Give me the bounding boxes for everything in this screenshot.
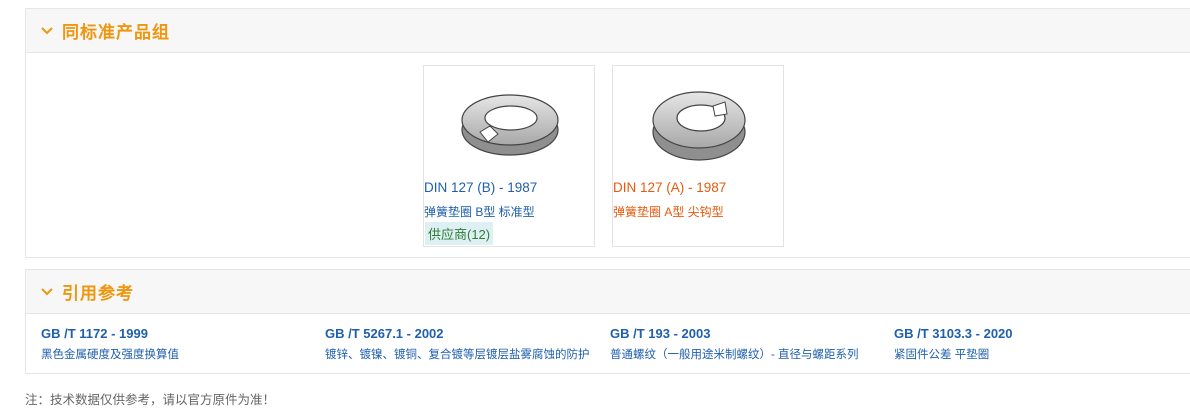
disclaimer-note: 注：技术数据仅供参考，请以官方原件为准！ bbox=[25, 393, 276, 407]
references-panel: 引用参考 GB /T 1172 - 1999 黑色金属硬度及强度换算值 GB /… bbox=[25, 269, 1190, 374]
product-description[interactable]: 弹簧垫圈 A型 尖钩型 bbox=[613, 203, 724, 220]
reference-name[interactable]: 普通螺纹（一般用途米制螺纹）- 直径与螺距系列 bbox=[610, 346, 859, 362]
reference-code-link[interactable]: GB /T 193 - 2003 bbox=[610, 326, 859, 341]
reference-name[interactable]: 黑色金属硬度及强度换算值 bbox=[41, 346, 179, 362]
references-header[interactable]: 引用参考 bbox=[26, 270, 1190, 314]
reference-name[interactable]: 镀锌、镀镍、镀铜、复合镀等层镀层盐雾腐蚀的防护 bbox=[325, 346, 590, 362]
panel-title: 同标准产品组 bbox=[62, 23, 170, 42]
reference-code-link[interactable]: GB /T 3103.3 - 2020 bbox=[894, 326, 1013, 341]
reference-item[interactable]: GB /T 3103.3 - 2020 紧固件公差 平垫圈 bbox=[894, 326, 1013, 362]
reference-code-link[interactable]: GB /T 5267.1 - 2002 bbox=[325, 326, 590, 341]
panel-title: 引用参考 bbox=[62, 284, 134, 303]
spring-washer-type-a-icon[interactable] bbox=[643, 80, 753, 170]
same-standard-group-header[interactable]: 同标准产品组 bbox=[26, 9, 1190, 53]
reference-name[interactable]: 紧固件公差 平垫圈 bbox=[894, 346, 1013, 362]
reference-item[interactable]: GB /T 5267.1 - 2002 镀锌、镀镍、镀铜、复合镀等层镀层盐雾腐蚀… bbox=[325, 326, 590, 362]
chevron-down-icon[interactable] bbox=[40, 285, 54, 299]
reference-item[interactable]: GB /T 1172 - 1999 黑色金属硬度及强度换算值 bbox=[41, 326, 179, 362]
product-standard-link[interactable]: DIN 127 (A) - 1987 bbox=[613, 180, 726, 195]
product-card-din127a[interactable]: DIN 127 (A) - 1987 弹簧垫圈 A型 尖钩型 bbox=[612, 65, 784, 247]
reference-code-link[interactable]: GB /T 1172 - 1999 bbox=[41, 326, 179, 341]
spring-washer-type-b-icon[interactable] bbox=[454, 80, 564, 170]
reference-item[interactable]: GB /T 193 - 2003 普通螺纹（一般用途米制螺纹）- 直径与螺距系列 bbox=[610, 326, 859, 362]
supplier-badge[interactable]: 供应商(12) bbox=[425, 222, 494, 245]
product-description[interactable]: 弹簧垫圈 B型 标准型 bbox=[424, 203, 535, 220]
product-standard-link[interactable]: DIN 127 (B) - 1987 bbox=[424, 180, 537, 195]
chevron-down-icon[interactable] bbox=[40, 24, 54, 38]
same-standard-group-panel: 同标准产品组 DIN 127 (B) - 1987 弹簧垫圈 B型 标准型 供应… bbox=[25, 8, 1190, 258]
product-card-din127b[interactable]: DIN 127 (B) - 1987 弹簧垫圈 B型 标准型 供应商(12) bbox=[423, 65, 595, 247]
